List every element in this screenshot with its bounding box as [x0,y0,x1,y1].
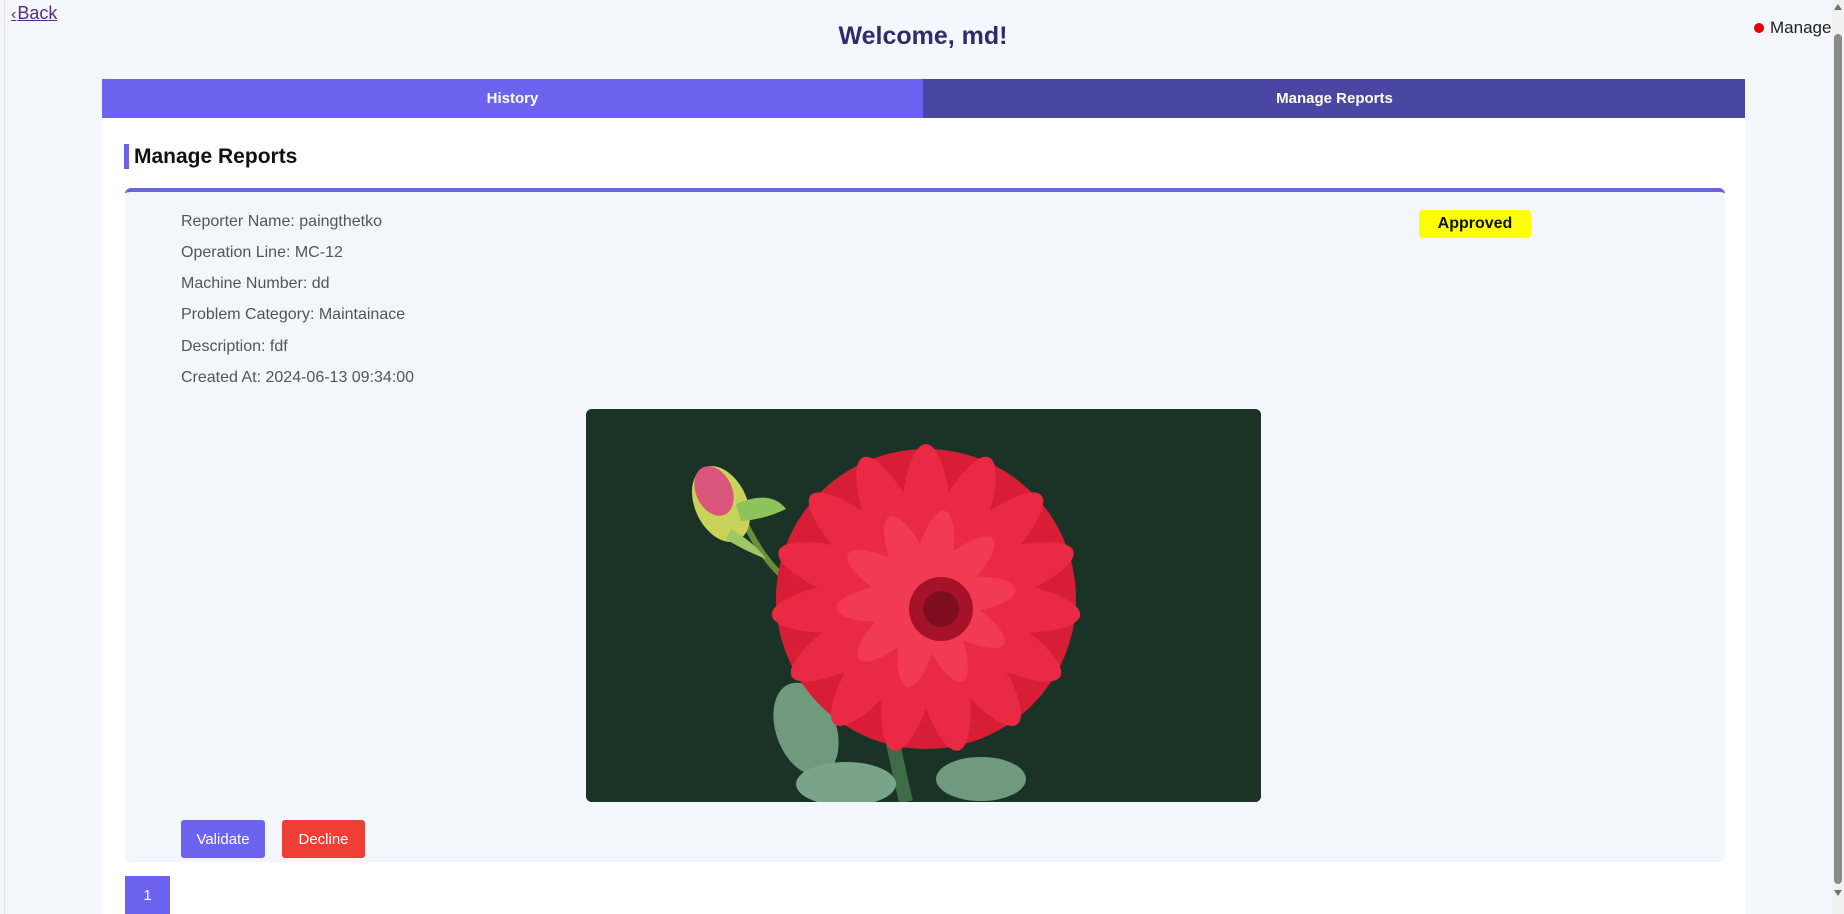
scroll-thumb[interactable] [1834,34,1842,884]
chevron-left-icon: ‹ [11,6,17,23]
vertical-scrollbar[interactable] [1832,0,1844,914]
back-link[interactable]: ‹Back [11,3,57,24]
status-dot-icon [1754,23,1764,33]
scroll-down-icon[interactable] [1834,890,1842,896]
operation-line: Operation Line: MC-12 [181,244,343,261]
report-card: Reporter Name: paingthetko Operation Lin… [125,188,1725,862]
tab-history[interactable]: History [102,79,924,118]
tab-manage-reports[interactable]: Manage Reports [924,79,1745,118]
report-image [586,409,1261,802]
tab-bar: History Manage Reports [102,79,1745,118]
decline-button[interactable]: Decline [282,820,365,858]
section-title: Manage Reports [124,144,297,169]
back-label: Back [17,3,58,23]
description: Description: fdf [181,338,288,355]
created-at: Created At: 2024-06-13 09:34:00 [181,369,415,386]
role-label: Manager [1770,18,1838,37]
reporter-name: Reporter Name: paingthetko [181,213,382,230]
validate-button[interactable]: Validate [181,820,265,858]
scroll-up-icon[interactable] [1834,4,1842,10]
main-panel: History Manage Reports Manage Reports Re… [102,79,1745,914]
page: ‹Back Welcome, md! Manager History Manag… [4,0,1841,914]
flower-image [586,409,1261,802]
problem-category: Problem Category: Maintainace [181,306,406,323]
machine-number: Machine Number: dd [181,275,330,292]
status-badge: Approved [1419,210,1531,238]
role-indicator: Manager [1754,18,1837,38]
welcome-heading: Welcome, md! [838,22,1008,50]
pagination-page-button[interactable]: 1 [125,876,170,914]
